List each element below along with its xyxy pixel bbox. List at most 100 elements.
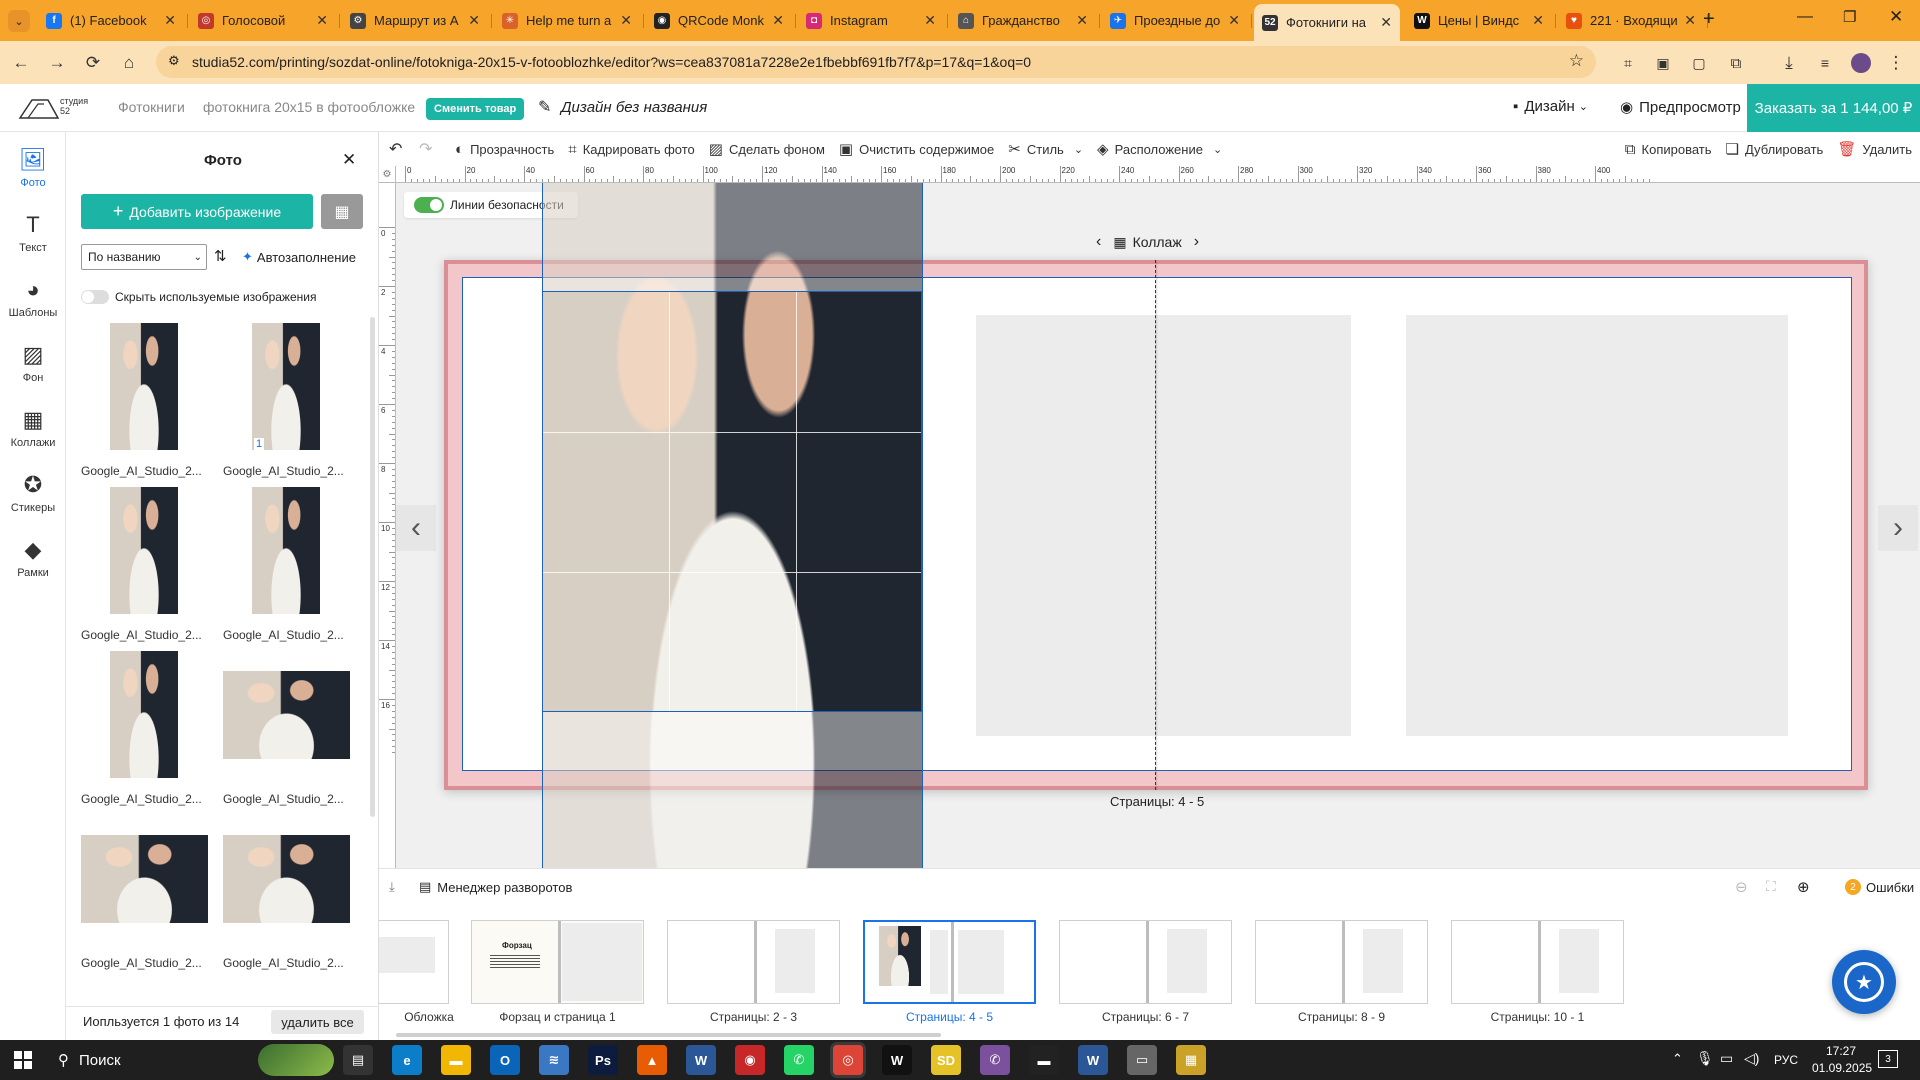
explorer-window-icon[interactable]: ▭	[1127, 1045, 1157, 1075]
preview-button[interactable]: ◉ Предпросмотр	[1620, 98, 1741, 117]
toolbar-clear-button[interactable]: ▣ Очистить содержимое	[839, 140, 994, 158]
home-icon[interactable]: ⌂	[118, 52, 140, 74]
browser-tab[interactable]: ✈ Проездные до ✕	[1102, 6, 1248, 35]
browser-tab[interactable]: ◉ QRCode Monk ✕	[646, 6, 792, 35]
browser-tab[interactable]: ◎ Голосовой ✕	[190, 6, 336, 35]
next-spread-button[interactable]: ›	[1878, 505, 1918, 551]
undo-icon[interactable]: ↶	[389, 139, 413, 159]
photo-thumbnail[interactable]: 1	[252, 323, 320, 450]
browser-tab[interactable]: ♥ 221 · Входящи ✕	[1558, 6, 1704, 35]
close-tab-icon[interactable]: ✕	[772, 12, 784, 29]
design-name[interactable]: Дизайн без названия	[561, 99, 707, 116]
close-tab-icon[interactable]: ✕	[924, 12, 936, 29]
spread-thumbnail[interactable]	[667, 920, 840, 1004]
mic-icon[interactable]: 🎙	[1696, 1050, 1714, 1067]
photo-placeholder-left[interactable]	[976, 315, 1351, 736]
browser-tab[interactable]: W Цены | Виндс ✕	[1406, 6, 1552, 35]
close-window-icon[interactable]: ✕	[1889, 7, 1903, 27]
photo-placeholder-right[interactable]	[1406, 315, 1788, 736]
photoshop-icon[interactable]: Ps	[588, 1045, 618, 1075]
zoom-in-icon[interactable]: ⊕	[1797, 878, 1810, 896]
photo-thumbnail[interactable]	[110, 323, 178, 450]
photo-thumbnail[interactable]	[222, 834, 350, 923]
errors-button[interactable]: 2 Ошибки	[1845, 879, 1914, 895]
zoom-out-icon[interactable]: ⊖	[1735, 878, 1748, 896]
photo-thumbnail[interactable]	[252, 487, 320, 614]
spread-thumbnail[interactable]	[863, 920, 1036, 1004]
breadcrumb-product[interactable]: фотокнига 20x15 в фотообложке	[203, 99, 415, 115]
rail-item[interactable]: ◆ Рамки	[0, 528, 66, 588]
close-tab-icon[interactable]: ✕	[1228, 12, 1240, 29]
address-bar[interactable]: ⚙ studia52.com/printing/sozdat-online/fo…	[156, 46, 1596, 78]
spread-thumbnail[interactable]	[1255, 920, 1428, 1004]
viber-icon[interactable]: ✆	[980, 1045, 1010, 1075]
reload-icon[interactable]: ⟳	[82, 52, 104, 74]
snip-icon[interactable]: ◉	[735, 1045, 765, 1075]
file-explorer-icon[interactable]: ▬	[441, 1045, 471, 1075]
volume-icon[interactable]: ◁)	[1744, 1050, 1759, 1067]
new-tab-button[interactable]: +	[1703, 8, 1715, 31]
forward-icon[interactable]: →	[46, 52, 68, 74]
start-windows-icon[interactable]	[14, 1051, 32, 1069]
close-tab-icon[interactable]: ✕	[164, 12, 176, 29]
edge-icon[interactable]: e	[392, 1045, 422, 1075]
browser-tab[interactable]: ⌂ Гражданство ✕	[950, 6, 1096, 35]
delete-all-button[interactable]: удалить все	[271, 1010, 364, 1034]
spread-thumbnail[interactable]	[1059, 920, 1232, 1004]
network-app-icon[interactable]: ≋	[539, 1045, 569, 1075]
close-tab-icon[interactable]: ✕	[1684, 12, 1696, 29]
toolbar-crop-button[interactable]: ⌗ Кадрировать фото	[568, 141, 695, 158]
word-doc-icon[interactable]: W	[686, 1045, 716, 1075]
taskbar-search[interactable]: ⚲ Поиск	[58, 1051, 121, 1070]
copy-button[interactable]: ⧉ Копировать	[1625, 141, 1712, 158]
close-tab-icon[interactable]: ✕	[620, 12, 632, 29]
close-tab-icon[interactable]: ✕	[1076, 12, 1088, 29]
extension-screenshot-icon[interactable]: ▣	[1652, 52, 1674, 74]
next-layout-icon[interactable]: ›	[1194, 233, 1199, 251]
clock-date[interactable]: 01.09.2025	[1812, 1061, 1872, 1075]
close-tab-icon[interactable]: ✕	[468, 12, 480, 29]
placed-photo[interactable]	[542, 291, 922, 712]
photo-thumbnail[interactable]	[222, 670, 350, 759]
toolbar-set-background-button[interactable]: ▨ Сделать фоном	[709, 140, 825, 158]
redo-icon[interactable]: ↷	[419, 139, 455, 159]
language-indicator[interactable]: РУС	[1774, 1053, 1798, 1067]
media-control-icon[interactable]: ≡	[1814, 52, 1836, 74]
toolbar-style-button[interactable]: ✂ Стиль ⌄	[1008, 140, 1083, 158]
rail-item[interactable]: ◕ Шаблоны	[0, 268, 66, 328]
photo-thumbnail[interactable]	[110, 487, 178, 614]
taskbar-landscape-widget[interactable]	[258, 1044, 334, 1076]
rail-item[interactable]: 🖼 Фото	[0, 138, 66, 198]
photo-thumbnail[interactable]	[110, 651, 178, 778]
bookmark-star-icon[interactable]: ☆	[1569, 51, 1584, 71]
toolbar-opacity-button[interactable]: ◐ Прозрачность	[455, 141, 554, 158]
word-icon[interactable]: W	[1078, 1045, 1108, 1075]
help-widget-button[interactable]: ★	[1832, 950, 1896, 1014]
sd-icon[interactable]: SD	[931, 1045, 961, 1075]
rail-item[interactable]: ▦ Коллажи	[0, 398, 66, 458]
browser-tab[interactable]: ⚙ Маршрут из А ✕	[342, 6, 488, 35]
browser-menu-icon[interactable]: ⋮	[1885, 52, 1907, 74]
close-tab-icon[interactable]: ✕	[316, 12, 328, 29]
photo-thumbnail[interactable]	[80, 834, 208, 923]
design-menu[interactable]: ▪ Дизайн ⌄	[1513, 98, 1588, 115]
whatsapp-icon[interactable]: ✆	[784, 1045, 814, 1075]
restore-icon[interactable]: ❐	[1843, 8, 1856, 26]
toolbar-layers-button[interactable]: ◈ Расположение ⌄	[1097, 140, 1222, 158]
tray-chevron-icon[interactable]: ⌃	[1672, 1051, 1683, 1067]
browser-tab[interactable]: f (1) Facebook ✕	[38, 6, 184, 35]
delete-button[interactable]: 🗑 Удалить	[1837, 140, 1912, 158]
breadcrumb-photobooks[interactable]: Фотокниги	[118, 99, 185, 115]
add-image-button[interactable]: + Добавить изображение	[81, 194, 313, 229]
fit-icon[interactable]: ⛶	[1766, 878, 1776, 895]
close-panel-icon[interactable]: ✕	[342, 150, 356, 170]
sort-select[interactable]: По названию ⌄	[81, 244, 207, 270]
extensions-puzzle-icon[interactable]: ⧉	[1725, 52, 1747, 74]
rail-item[interactable]: ✪ Стикеры	[0, 463, 66, 523]
extension-dev-icon[interactable]: ⌗	[1617, 52, 1639, 74]
close-tab-icon[interactable]: ✕	[1532, 12, 1544, 29]
spread-thumbnail[interactable]	[379, 920, 449, 1004]
autofill-button[interactable]: ✦ Автозаполнение	[242, 249, 356, 265]
duplicate-button[interactable]: ❏ Дублировать	[1726, 140, 1824, 158]
back-icon[interactable]: ←	[10, 52, 32, 74]
